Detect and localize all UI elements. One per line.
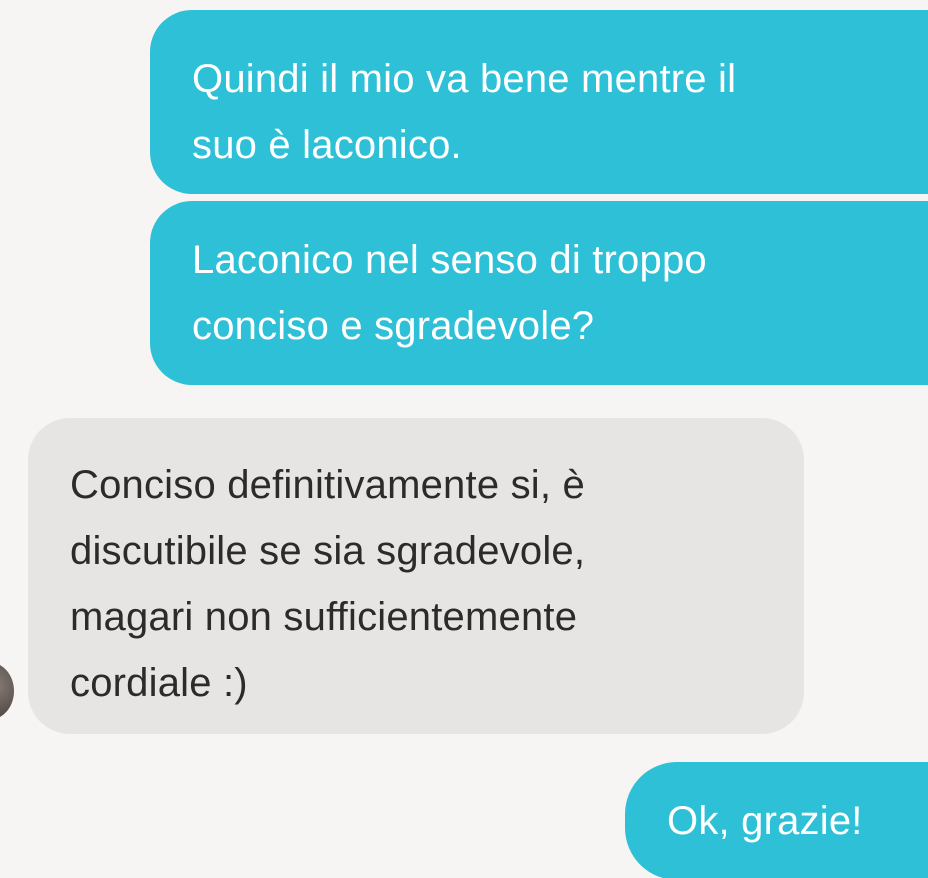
- message-text-line: Laconico nel senso di troppo: [192, 238, 707, 282]
- incoming-message-bubble[interactable]: Conciso definitivamente si, è discutibil…: [28, 418, 804, 734]
- outgoing-message-bubble[interactable]: Ok, grazie!: [625, 762, 928, 878]
- message-text-line: Conciso definitivamente si, è: [70, 463, 585, 507]
- chat-thread: Quindi il mio va bene mentre il suo è la…: [0, 0, 928, 878]
- message-text-line: discutibile se sia sgradevole,: [70, 529, 586, 573]
- message-text-line: Quindi il mio va bene mentre il: [192, 57, 737, 101]
- message-text-line: conciso e sgradevole?: [192, 304, 595, 348]
- outgoing-message-bubble[interactable]: Quindi il mio va bene mentre il suo è la…: [150, 10, 928, 194]
- message-text-line: Ok, grazie!: [667, 799, 863, 843]
- message-text-line: suo è laconico.: [192, 123, 462, 167]
- outgoing-message-bubble[interactable]: Laconico nel senso di troppo conciso e s…: [150, 201, 928, 385]
- message-text-line: magari non sufficientemente: [70, 595, 578, 639]
- message-text-line: cordiale :): [70, 661, 248, 705]
- contact-avatar[interactable]: [0, 662, 14, 720]
